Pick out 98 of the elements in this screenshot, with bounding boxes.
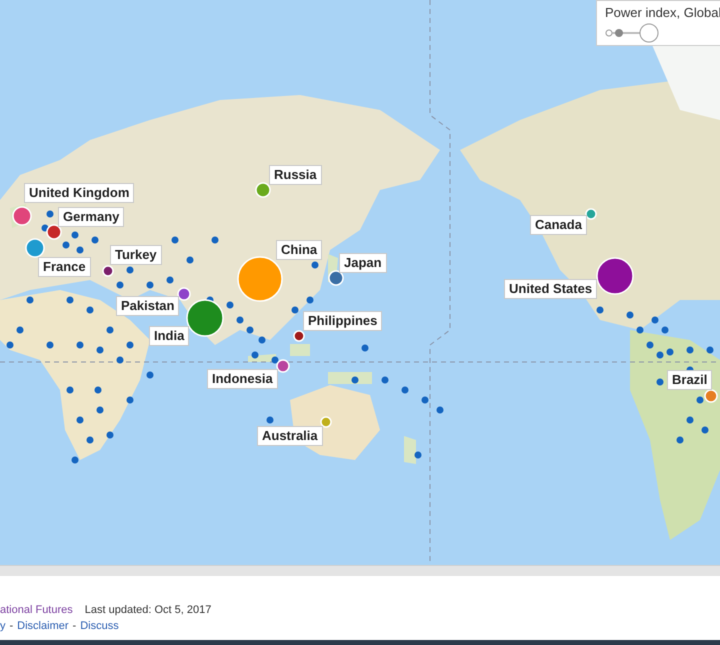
country-dot[interactable] [66,386,74,394]
country-dot[interactable] [86,306,94,314]
country-label: United States [504,279,598,299]
country-dot[interactable] [352,376,358,384]
country-dot[interactable] [246,326,254,334]
country-dot[interactable] [72,232,78,238]
country-dot[interactable] [362,344,368,352]
country-dot[interactable] [76,416,84,424]
country-dot[interactable] [76,246,84,254]
bubble-size-legend-icon [605,22,661,44]
country-label: Canada [530,215,587,235]
country-dot[interactable] [106,432,114,438]
country-dot[interactable] [596,306,604,314]
country-dot[interactable] [186,256,194,264]
country-dot[interactable] [666,348,674,356]
country-dot[interactable] [422,396,428,404]
country-dot[interactable] [292,306,298,314]
country-dot[interactable] [646,342,654,348]
country-dot[interactable] [266,416,274,424]
country-dot[interactable] [226,302,234,308]
country-bubble[interactable] [328,270,344,286]
country-dot[interactable] [272,356,278,364]
last-updated-text: Last updated: Oct 5, 2017 [84,604,212,616]
country-bubble[interactable] [102,265,114,277]
country-dot[interactable] [436,406,444,414]
country-dot[interactable] [172,236,178,244]
link-separator: - [10,620,14,632]
country-dot[interactable] [656,352,664,358]
country-dot[interactable] [626,312,634,318]
country-dot[interactable] [46,210,54,218]
country-bubble[interactable] [46,224,62,240]
country-dot[interactable] [382,376,388,384]
country-label: Turkey [110,245,162,265]
country-bubble[interactable] [293,330,305,342]
country-dot[interactable] [72,456,78,464]
country-dot[interactable] [652,316,658,324]
country-bubble[interactable] [177,287,191,301]
country-dot[interactable] [258,336,266,344]
country-dot[interactable] [656,378,664,386]
country-dot[interactable] [414,452,422,458]
country-dot[interactable] [252,352,258,358]
country-dot[interactable] [636,326,644,334]
country-dot[interactable] [146,372,154,378]
source-link[interactable]: ational Futures [0,604,73,616]
country-dot[interactable] [146,282,154,288]
country-dot[interactable] [42,224,48,232]
country-dot[interactable] [26,296,34,304]
country-dot[interactable] [126,396,134,404]
country-dot[interactable] [402,386,408,394]
country-dot[interactable] [696,396,704,404]
country-label: Indonesia [207,369,278,389]
country-dot[interactable] [62,242,70,248]
country-dot[interactable] [312,262,318,268]
country-dot[interactable] [76,342,84,348]
landmass [404,436,416,464]
country-dot[interactable] [106,326,114,334]
country-dot[interactable] [212,236,218,244]
country-dot[interactable] [662,326,668,334]
country-dot[interactable] [92,236,98,244]
country-bubble[interactable] [12,206,32,226]
country-dot[interactable] [706,346,714,354]
country-label: Pakistan [116,296,180,316]
country-dot[interactable] [306,296,314,304]
country-dot[interactable] [702,426,708,434]
country-dot[interactable] [686,416,694,424]
country-label: United Kingdom [24,183,134,203]
footer-link[interactable]: Disclaimer [17,620,69,632]
country-dot[interactable] [86,436,94,444]
country-dot[interactable] [46,342,54,348]
country-label: Philippines [303,311,382,331]
country-dot[interactable] [686,346,694,354]
country-label: Japan [339,253,387,273]
country-label: Germany [58,207,124,227]
country-dot[interactable] [6,342,14,348]
country-label: China [276,240,322,260]
country-label: Russia [269,165,322,185]
country-dot[interactable] [116,282,124,288]
country-dot[interactable] [126,342,134,348]
country-bubble[interactable] [186,299,224,337]
country-label: Brazil [667,370,712,390]
country-dot[interactable] [16,326,24,334]
country-dot[interactable] [116,356,124,364]
country-label: India [149,326,190,346]
country-dot[interactable] [676,436,684,444]
country-label: Australia [257,426,323,446]
link-separator: - [72,620,76,632]
country-dot[interactable] [96,346,104,354]
country-bubble[interactable] [596,257,634,295]
country-dot[interactable] [236,316,244,324]
country-dot[interactable] [126,266,134,274]
country-dot[interactable] [66,296,74,304]
footer-link[interactable]: y [0,620,6,632]
country-dot[interactable] [166,276,174,284]
country-bubble[interactable] [276,359,290,373]
country-dot[interactable] [96,406,104,414]
country-dot[interactable] [94,386,102,394]
country-label: France [38,257,91,277]
footer-link[interactable]: Discuss [80,620,119,632]
